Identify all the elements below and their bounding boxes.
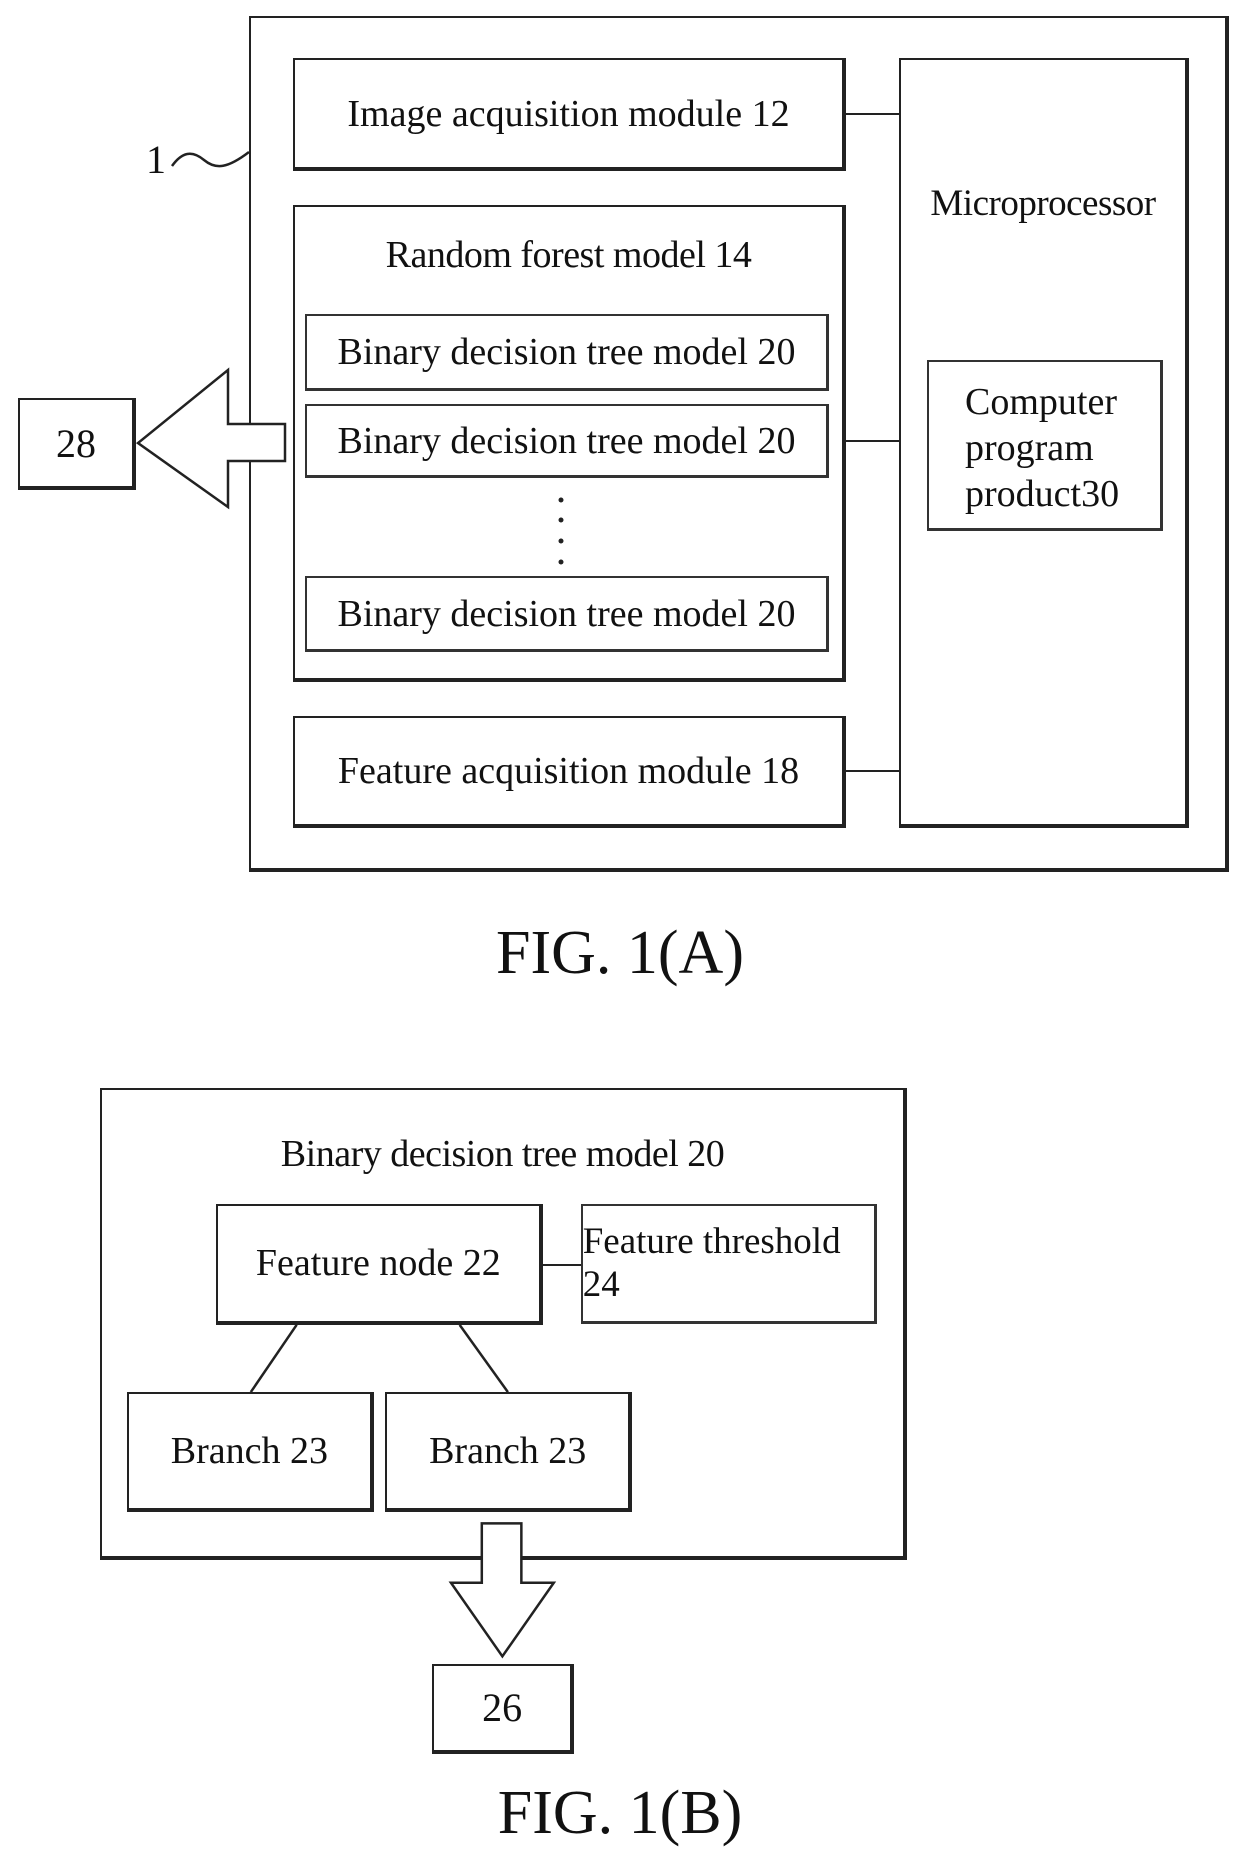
computer-program-product: Computer program product30 bbox=[927, 360, 1163, 531]
random-forest-title: Random forest model 14 bbox=[385, 234, 752, 276]
branch-left: Branch 23 bbox=[126, 1392, 375, 1513]
feature-acquisition-label: Feature acquisition module 18 bbox=[337, 750, 800, 792]
image-acquisition-module: Image acquisition module 12 bbox=[293, 58, 846, 171]
binary-decision-tree-1: Binary decision tree model 20 bbox=[305, 314, 829, 391]
feature-threshold: Feature threshold 24 bbox=[580, 1203, 878, 1325]
microprocessor-label: Microprocessor bbox=[930, 183, 1156, 224]
binary-decision-tree-3: Binary decision tree model 20 bbox=[305, 576, 829, 652]
feature-acquisition-module: Feature acquisition module 18 bbox=[293, 716, 846, 828]
computer-program-line-2: program bbox=[965, 427, 1094, 469]
output-box-28-label: 28 bbox=[56, 420, 96, 466]
connector-random-forest bbox=[846, 440, 899, 442]
output-box-26-label: 26 bbox=[482, 1685, 523, 1731]
decision-tree-title: Binary decision tree model 20 bbox=[280, 1133, 725, 1176]
tree-label: Binary decision tree model 20 bbox=[337, 592, 796, 635]
connector-image-acquisition bbox=[846, 113, 899, 115]
tree-label: Binary decision tree model 20 bbox=[337, 331, 796, 373]
image-acquisition-label: Image acquisition module 12 bbox=[347, 92, 790, 135]
figure-caption-b: FIG. 1(B) bbox=[497, 1779, 743, 1848]
system-reference-label: 1 bbox=[146, 137, 166, 182]
feature-node: Feature node 22 bbox=[215, 1203, 543, 1325]
connector-node-threshold bbox=[542, 1263, 581, 1266]
figure-caption-a: FIG. 1(A) bbox=[496, 919, 744, 987]
feature-node-label: Feature node 22 bbox=[255, 1242, 501, 1285]
output-box-28: 28 bbox=[18, 398, 136, 490]
connector-feature-acquisition bbox=[846, 770, 899, 772]
branch-right-label: Branch 23 bbox=[429, 1430, 587, 1473]
output-box-26: 26 bbox=[431, 1664, 575, 1754]
computer-program-line-3: product30 bbox=[965, 473, 1120, 515]
tree-label: Binary decision tree model 20 bbox=[337, 419, 796, 462]
feature-threshold-label: Feature threshold 24 bbox=[582, 1221, 841, 1306]
computer-program-line-1: Computer bbox=[965, 381, 1117, 423]
branch-right: Branch 23 bbox=[385, 1392, 633, 1513]
branch-left-label: Branch 23 bbox=[170, 1430, 328, 1473]
binary-decision-tree-2: Binary decision tree model 20 bbox=[305, 404, 829, 478]
